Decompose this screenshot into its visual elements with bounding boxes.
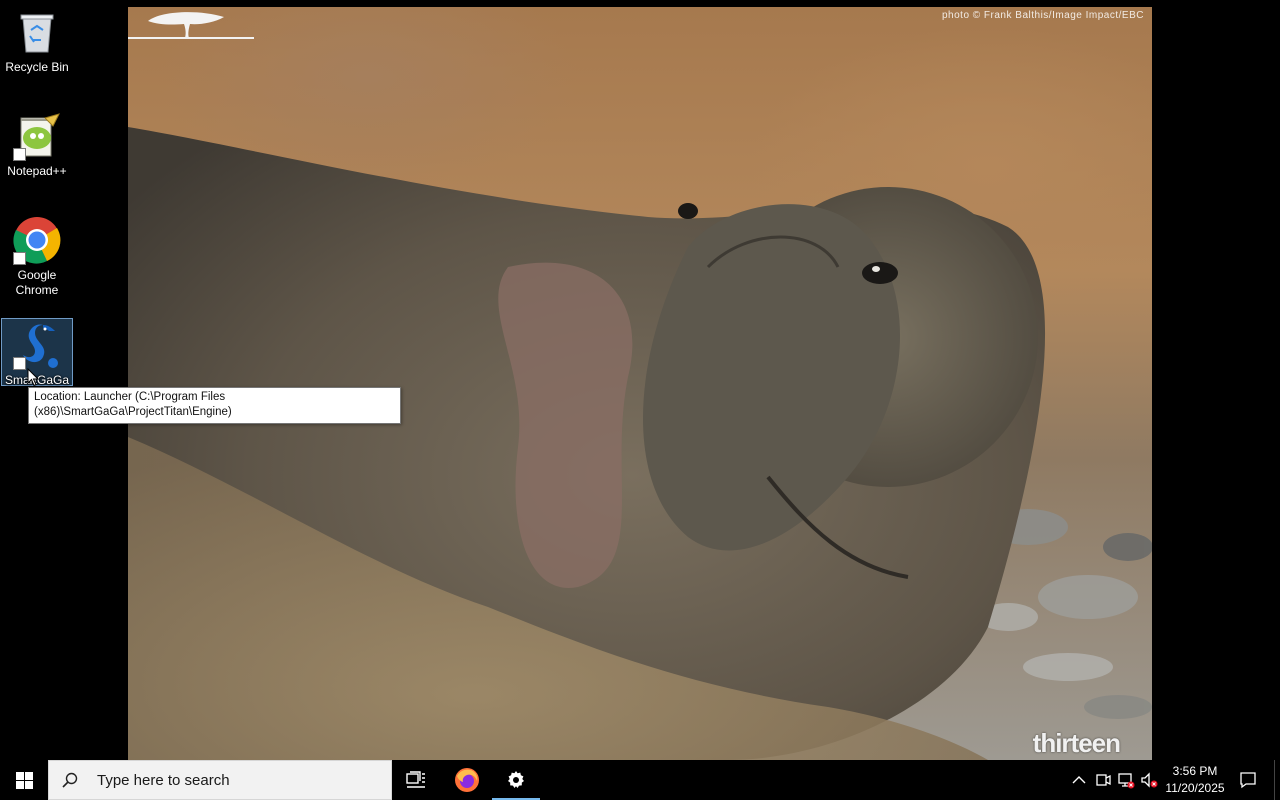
desktop-icon-google-chrome[interactable]: Google Chrome [1,214,73,298]
desktop-icon-label: Notepad++ [7,164,67,178]
smartgaga-icon [13,321,61,370]
desktop-icon-notepad-plus-plus[interactable]: Notepad++ [1,110,73,179]
shortcut-arrow-icon [13,357,26,370]
show-hidden-icons-button[interactable] [1070,771,1088,789]
chevron-up-icon [1072,776,1086,784]
action-center-button[interactable] [1233,760,1263,800]
taskbar-clock[interactable]: 3:56 PM 11/20/2025 [1160,763,1230,797]
search-placeholder: Type here to search [97,771,230,789]
search-icon [62,772,78,788]
chrome-icon [13,216,61,265]
clock-time: 3:56 PM [1172,764,1218,778]
icon-location-tooltip: Location: Launcher (C:\Program Files (x8… [28,387,401,424]
wallpaper-photo [128,127,1152,760]
notification-icon [1240,772,1256,789]
shortcut-arrow-icon [13,252,26,265]
network-status-button[interactable] [1117,771,1135,789]
task-view-button[interactable] [392,760,440,800]
thirteen-logo: thirteen [1032,728,1121,758]
desktop-icon-recycle-bin[interactable]: Recycle Bin [1,6,73,75]
desktop-icon-label: Recycle Bin [5,60,69,74]
gear-icon [508,771,524,788]
meet-now-button[interactable] [1094,771,1112,789]
clock-date: 11/20/2025 [1165,781,1225,795]
taskbar-search-box[interactable]: Type here to search [48,760,392,800]
mouse-cursor-icon [27,368,39,387]
tree-logo [128,12,254,39]
photo-credit: photo © Frank Balthis/Image Impact/EBC [941,10,1144,21]
settings-taskbar-button[interactable] [492,760,540,800]
volume-button[interactable] [1140,771,1158,789]
windows-logo-icon [15,771,33,789]
desktop-icon-label: Google Chrome [15,268,59,297]
meet-now-icon [1096,774,1111,786]
shortcut-arrow-icon [13,148,26,161]
desktop: photo © Frank Balthis/Image Impact/EBC t… [0,0,1280,760]
desktop-wallpaper: photo © Frank Balthis/Image Impact/EBC t… [128,7,1152,760]
volume-muted-icon [1141,772,1158,788]
firefox-icon [455,768,479,792]
taskbar: Type here to search 3:56 PM 11/20/2025 [0,760,1280,800]
show-desktop-button[interactable] [1274,760,1280,800]
network-icon [1118,773,1135,789]
notepad-plus-plus-icon [13,112,61,161]
task-view-icon [406,771,425,788]
firefox-taskbar-button[interactable] [443,760,491,800]
start-button[interactable] [0,760,48,800]
recycle-bin-icon [13,8,61,56]
